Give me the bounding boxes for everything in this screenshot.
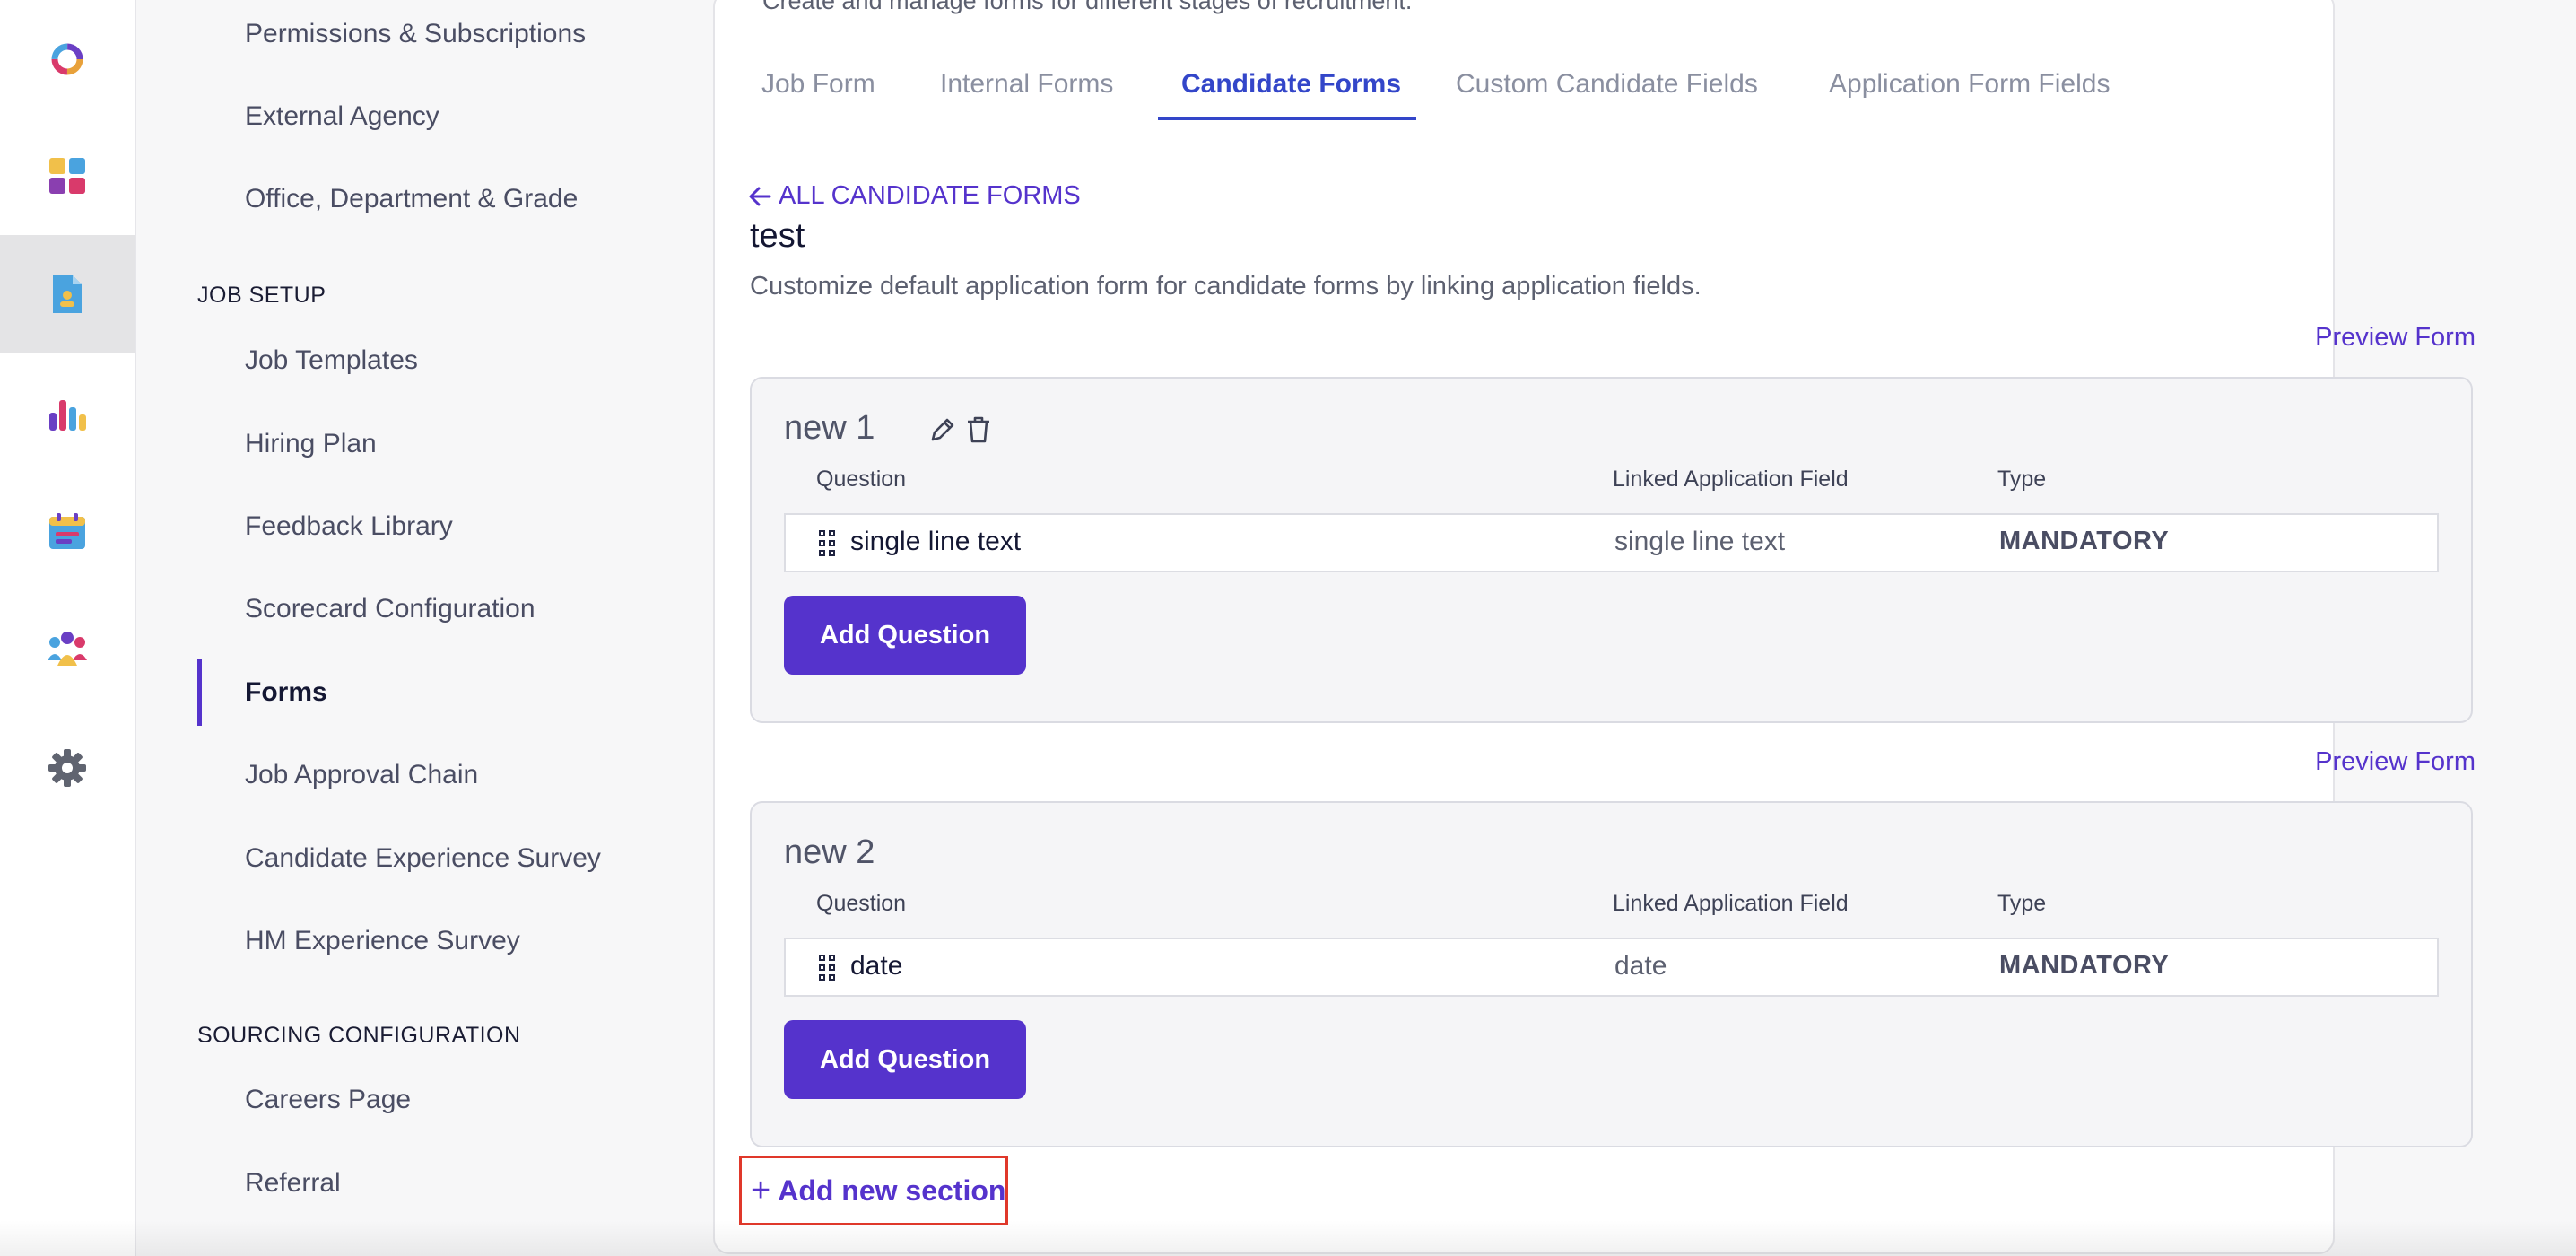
nav-item-careers-page[interactable]: Careers Page [245, 1082, 411, 1118]
team-icon[interactable] [0, 590, 135, 709]
calendar-icon[interactable] [0, 472, 135, 590]
question-type: MANDATORY [1999, 527, 2170, 555]
nav-item-referral[interactable]: Referral [245, 1165, 341, 1201]
nav-item-job-templates[interactable]: Job Templates [245, 343, 418, 379]
column-header-type: Type [1997, 891, 2047, 916]
plus-icon: + [751, 1172, 771, 1209]
tab-candidate-forms[interactable]: Candidate Forms [1181, 66, 1401, 102]
column-header-linked-field: Linked Application Field [1613, 467, 1849, 492]
jobs-document-icon[interactable] [0, 235, 135, 353]
nav-item-candidate-experience-survey[interactable]: Candidate Experience Survey [245, 841, 601, 877]
logo-icon[interactable] [0, 0, 135, 118]
nav-heading-sourcing-configuration: SOURCING CONFIGURATION [197, 1023, 521, 1048]
tab-internal-forms[interactable]: Internal Forms [940, 66, 1113, 102]
settings-gear-icon[interactable] [0, 709, 135, 827]
nav-item-office-department-grade[interactable]: Office, Department & Grade [245, 181, 578, 217]
delete-trash-icon[interactable] [963, 414, 994, 449]
nav-item-hiring-plan[interactable]: Hiring Plan [245, 426, 377, 462]
back-to-all-candidate-forms-link[interactable]: ALL CANDIDATE FORMS [748, 181, 1081, 211]
drag-handle-icon[interactable] [818, 954, 836, 987]
form-section-card: new 1 Question Linked Application Field … [750, 377, 2473, 723]
section-title: new 2 [784, 833, 875, 871]
linked-application-field: date [1614, 951, 1667, 981]
nav-item-scorecard-configuration[interactable]: Scorecard Configuration [245, 591, 535, 627]
add-question-button[interactable]: Add Question [784, 596, 1026, 675]
nav-item-external-agency[interactable]: External Agency [245, 99, 439, 135]
column-header-type: Type [1997, 467, 2047, 492]
add-new-section-button[interactable]: + Add new section [739, 1156, 1008, 1225]
form-section-card: new 2 Question Linked Application Field … [750, 801, 2473, 1147]
nav-item-job-approval-chain[interactable]: Job Approval Chain [245, 757, 478, 793]
settings-nav: Permissions & Subscriptions External Age… [136, 0, 712, 1256]
column-header-question: Question [816, 891, 907, 916]
back-link-label: ALL CANDIDATE FORMS [779, 181, 1081, 210]
add-new-section-label: Add new section [778, 1173, 1006, 1207]
column-header-linked-field: Linked Application Field [1613, 891, 1849, 916]
analytics-icon[interactable] [0, 353, 135, 472]
question-text: date [850, 951, 903, 981]
drag-handle-icon[interactable] [818, 529, 836, 563]
tab-custom-candidate-fields[interactable]: Custom Candidate Fields [1456, 66, 1758, 102]
question-text: single line text [850, 527, 1022, 556]
column-header-question: Question [816, 467, 907, 492]
form-subtitle: Customize default application form for c… [750, 272, 1701, 301]
form-title: test [750, 217, 805, 255]
arrow-left-icon [749, 187, 771, 205]
active-tab-underline [1158, 117, 1416, 120]
dashboard-icon[interactable] [0, 117, 135, 235]
nav-item-forms[interactable]: Forms [245, 675, 327, 711]
nav-active-indicator [197, 659, 202, 726]
nav-item-hm-experience-survey[interactable]: HM Experience Survey [245, 923, 520, 959]
nav-item-feedback-library[interactable]: Feedback Library [245, 509, 453, 545]
question-type: MANDATORY [1999, 951, 2170, 980]
page-description: Create and manage forms for different st… [762, 0, 1413, 14]
preview-form-link-section-1[interactable]: Preview Form [2315, 323, 2476, 353]
preview-form-link-section-2[interactable]: Preview Form [2315, 747, 2476, 777]
section-title: new 1 [784, 409, 875, 447]
question-row[interactable]: single line text single line text MANDAT… [784, 513, 2439, 572]
nav-item-permissions-subscriptions[interactable]: Permissions & Subscriptions [245, 16, 586, 52]
nav-heading-job-setup: JOB SETUP [197, 283, 326, 308]
tab-job-form[interactable]: Job Form [761, 66, 875, 102]
question-row[interactable]: date date MANDATORY [784, 938, 2439, 997]
add-question-button[interactable]: Add Question [784, 1020, 1026, 1099]
tab-application-form-fields[interactable]: Application Form Fields [1829, 66, 2110, 102]
linked-application-field: single line text [1614, 527, 1786, 556]
app-icon-rail [0, 0, 136, 1256]
edit-pencil-icon[interactable] [927, 414, 958, 449]
